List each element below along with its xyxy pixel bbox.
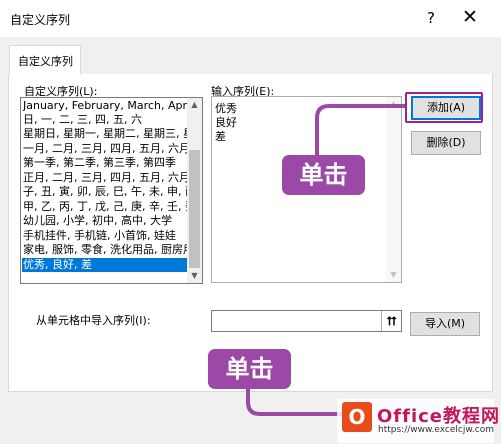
list-item[interactable]: January, February, March, April: [23, 99, 189, 113]
list-item[interactable]: 家电, 服饰, 零食, 洗化用品, 厨房用: [23, 243, 189, 257]
scroll-down-icon[interactable]: ▼: [386, 268, 401, 282]
tab-custom-lists[interactable]: 自定义序列: [9, 45, 81, 74]
click-callout: 单击: [208, 349, 291, 389]
scroll-up-icon[interactable]: ▲: [187, 98, 202, 112]
list-item[interactable]: 第一季, 第二季, 第三季, 第四季: [23, 156, 189, 170]
watermark-site: https://www.excelcjw.com: [378, 425, 494, 435]
office-logo-icon: O: [342, 402, 372, 432]
import-label: 从单元格中导入序列(I):: [36, 314, 151, 327]
list-item[interactable]: 幼儿园, 小学, 初中, 高中, 大学: [23, 214, 189, 228]
list-item[interactable]: 子, 丑, 寅, 卯, 辰, 巳, 午, 未, 申, 酉: [23, 185, 189, 199]
import-range-input[interactable]: [211, 310, 402, 332]
range-picker-icon[interactable]: ⮅: [381, 311, 402, 331]
list-item[interactable]: 手机挂件, 手机链, 小首饰, 娃娃: [23, 229, 189, 243]
list-item[interactable]: 甲, 乙, 丙, 丁, 戊, 己, 庚, 辛, 壬, 癸: [23, 200, 189, 214]
scrollbar-thumb[interactable]: [189, 150, 200, 268]
scroll-up-icon[interactable]: ▲: [386, 97, 401, 111]
dialog-title: 自定义序列: [10, 13, 71, 27]
close-button[interactable]: ✕: [462, 6, 478, 28]
help-button[interactable]: ?: [427, 9, 435, 27]
list-item[interactable]: 星期日, 星期一, 星期二, 星期三, 星: [23, 127, 189, 141]
title-bar: [0, 0, 501, 37]
custom-lists-listbox[interactable]: January, February, March, April 日, 一, 二,…: [20, 97, 203, 284]
scroll-down-icon[interactable]: ▼: [187, 269, 202, 283]
list-item[interactable]: 日, 一, 二, 三, 四, 五, 六: [23, 113, 189, 127]
list-item[interactable]: 一月, 二月, 三月, 四月, 五月, 六月,: [23, 142, 189, 156]
import-button[interactable]: 导入(M): [410, 312, 480, 336]
click-callout: 单击: [282, 155, 365, 195]
callout-connector-2: [246, 389, 345, 416]
entries-scrollbar[interactable]: [386, 97, 401, 282]
tab-label: 自定义序列: [18, 55, 73, 68]
list-item-selected[interactable]: 优秀, 良好, 差: [22, 258, 190, 272]
add-button-highlight: [405, 92, 483, 123]
entry-line: 差: [215, 130, 226, 143]
list-item[interactable]: 正月, 二月, 三月, 四月, 五月, 六月,: [23, 171, 189, 185]
delete-button[interactable]: 删除(D): [411, 131, 481, 155]
